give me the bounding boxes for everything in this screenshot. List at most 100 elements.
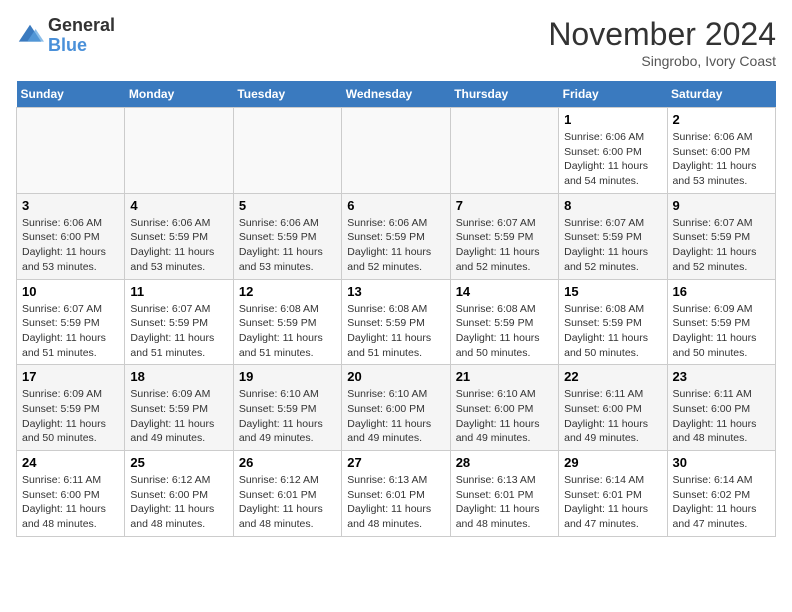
calendar-cell: 4 Sunrise: 6:06 AM Sunset: 5:59 PM Daylig…	[125, 193, 233, 279]
day-number: 28	[456, 455, 553, 470]
calendar-cell: 3 Sunrise: 6:06 AM Sunset: 6:00 PM Daylig…	[17, 193, 125, 279]
day-number: 10	[22, 284, 119, 299]
month-title: November 2024	[548, 16, 776, 53]
weekday-header: Wednesday	[342, 81, 450, 108]
calendar-cell: 9Sunrise: 6:07 AM Sunset: 5:59 PM Daylig…	[667, 193, 775, 279]
calendar-cell: 17 Sunrise: 6:09 AM Sunset: 5:59 PM Dayli…	[17, 365, 125, 451]
week-row: 10 Sunrise: 6:07 AM Sunset: 5:59 PM Dayli…	[17, 279, 776, 365]
calendar-cell: 20 Sunrise: 6:10 AM Sunset: 6:00 PM Dayli…	[342, 365, 450, 451]
weekday-header: Thursday	[450, 81, 558, 108]
day-number: 21	[456, 369, 553, 384]
day-info: Sunrise: 6:09 AM Sunset: 5:59 PM Dayligh…	[673, 302, 770, 361]
calendar-cell: 5Sunrise: 6:06 AM Sunset: 5:59 PM Daylig…	[233, 193, 341, 279]
day-info: Sunrise: 6:07 AM Sunset: 5:59 PM Dayligh…	[456, 216, 553, 275]
day-info: Sunrise: 6:07 AM Sunset: 5:59 PM Dayligh…	[22, 302, 119, 361]
day-number: 23	[673, 369, 770, 384]
day-info: Sunrise: 6:11 AM Sunset: 6:00 PM Dayligh…	[564, 387, 661, 446]
day-number: 4	[130, 198, 227, 213]
day-info: Sunrise: 6:06 AM Sunset: 6:00 PM Dayligh…	[22, 216, 119, 275]
calendar-table: SundayMondayTuesdayWednesdayThursdayFrid…	[16, 81, 776, 537]
day-number: 11	[130, 284, 227, 299]
weekday-header: Tuesday	[233, 81, 341, 108]
location: Singrobo, Ivory Coast	[548, 53, 776, 69]
calendar-cell: 15Sunrise: 6:08 AM Sunset: 5:59 PM Dayli…	[559, 279, 667, 365]
day-info: Sunrise: 6:06 AM Sunset: 5:59 PM Dayligh…	[130, 216, 227, 275]
day-number: 15	[564, 284, 661, 299]
calendar-cell	[450, 108, 558, 194]
calendar-cell: 8 Sunrise: 6:07 AM Sunset: 5:59 PM Daylig…	[559, 193, 667, 279]
calendar-body: 1 Sunrise: 6:06 AM Sunset: 6:00 PM Daylig…	[17, 108, 776, 537]
day-number: 1	[564, 112, 661, 127]
day-info: Sunrise: 6:14 AM Sunset: 6:02 PM Dayligh…	[673, 473, 770, 532]
logo-text: General Blue	[48, 16, 115, 56]
calendar-cell	[17, 108, 125, 194]
day-number: 8	[564, 198, 661, 213]
day-number: 25	[130, 455, 227, 470]
day-number: 18	[130, 369, 227, 384]
day-info: Sunrise: 6:08 AM Sunset: 5:59 PM Dayligh…	[239, 302, 336, 361]
weekday-header: Monday	[125, 81, 233, 108]
calendar-cell: 13 Sunrise: 6:08 AM Sunset: 5:59 PM Dayli…	[342, 279, 450, 365]
calendar-cell: 7 Sunrise: 6:07 AM Sunset: 5:59 PM Daylig…	[450, 193, 558, 279]
day-info: Sunrise: 6:10 AM Sunset: 5:59 PM Dayligh…	[239, 387, 336, 446]
day-info: Sunrise: 6:09 AM Sunset: 5:59 PM Dayligh…	[130, 387, 227, 446]
day-number: 7	[456, 198, 553, 213]
week-row: 24 Sunrise: 6:11 AM Sunset: 6:00 PM Dayli…	[17, 451, 776, 537]
day-number: 3	[22, 198, 119, 213]
calendar-cell: 28 Sunrise: 6:13 AM Sunset: 6:01 PM Dayli…	[450, 451, 558, 537]
day-info: Sunrise: 6:10 AM Sunset: 6:00 PM Dayligh…	[347, 387, 444, 446]
day-number: 27	[347, 455, 444, 470]
day-info: Sunrise: 6:06 AM Sunset: 6:00 PM Dayligh…	[564, 130, 661, 189]
day-info: Sunrise: 6:07 AM Sunset: 5:59 PM Dayligh…	[673, 216, 770, 275]
day-number: 24	[22, 455, 119, 470]
day-info: Sunrise: 6:11 AM Sunset: 6:00 PM Dayligh…	[22, 473, 119, 532]
calendar-cell: 25 Sunrise: 6:12 AM Sunset: 6:00 PM Dayli…	[125, 451, 233, 537]
week-row: 17 Sunrise: 6:09 AM Sunset: 5:59 PM Dayli…	[17, 365, 776, 451]
logo-icon	[16, 22, 44, 50]
day-info: Sunrise: 6:07 AM Sunset: 5:59 PM Dayligh…	[564, 216, 661, 275]
day-info: Sunrise: 6:09 AM Sunset: 5:59 PM Dayligh…	[22, 387, 119, 446]
day-info: Sunrise: 6:12 AM Sunset: 6:00 PM Dayligh…	[130, 473, 227, 532]
weekday-header: Sunday	[17, 81, 125, 108]
day-info: Sunrise: 6:06 AM Sunset: 5:59 PM Dayligh…	[239, 216, 336, 275]
day-number: 29	[564, 455, 661, 470]
day-number: 2	[673, 112, 770, 127]
day-info: Sunrise: 6:11 AM Sunset: 6:00 PM Dayligh…	[673, 387, 770, 446]
day-info: Sunrise: 6:08 AM Sunset: 5:59 PM Dayligh…	[347, 302, 444, 361]
weekday-row: SundayMondayTuesdayWednesdayThursdayFrid…	[17, 81, 776, 108]
calendar-cell: 10 Sunrise: 6:07 AM Sunset: 5:59 PM Dayli…	[17, 279, 125, 365]
day-info: Sunrise: 6:14 AM Sunset: 6:01 PM Dayligh…	[564, 473, 661, 532]
weekday-header: Saturday	[667, 81, 775, 108]
day-info: Sunrise: 6:13 AM Sunset: 6:01 PM Dayligh…	[456, 473, 553, 532]
day-info: Sunrise: 6:13 AM Sunset: 6:01 PM Dayligh…	[347, 473, 444, 532]
calendar-cell: 18 Sunrise: 6:09 AM Sunset: 5:59 PM Dayli…	[125, 365, 233, 451]
calendar-cell: 22 Sunrise: 6:11 AM Sunset: 6:00 PM Dayli…	[559, 365, 667, 451]
day-number: 26	[239, 455, 336, 470]
calendar-cell: 24 Sunrise: 6:11 AM Sunset: 6:00 PM Dayli…	[17, 451, 125, 537]
calendar-cell: 27 Sunrise: 6:13 AM Sunset: 6:01 PM Dayli…	[342, 451, 450, 537]
day-number: 22	[564, 369, 661, 384]
calendar-cell: 30Sunrise: 6:14 AM Sunset: 6:02 PM Dayli…	[667, 451, 775, 537]
calendar-cell: 6Sunrise: 6:06 AM Sunset: 5:59 PM Daylig…	[342, 193, 450, 279]
calendar-header: SundayMondayTuesdayWednesdayThursdayFrid…	[17, 81, 776, 108]
calendar-cell	[125, 108, 233, 194]
week-row: 3 Sunrise: 6:06 AM Sunset: 6:00 PM Daylig…	[17, 193, 776, 279]
day-number: 19	[239, 369, 336, 384]
day-number: 17	[22, 369, 119, 384]
calendar-cell: 1 Sunrise: 6:06 AM Sunset: 6:00 PM Daylig…	[559, 108, 667, 194]
logo: General Blue	[16, 16, 115, 56]
calendar-cell: 12 Sunrise: 6:08 AM Sunset: 5:59 PM Dayli…	[233, 279, 341, 365]
day-number: 16	[673, 284, 770, 299]
day-number: 13	[347, 284, 444, 299]
day-number: 14	[456, 284, 553, 299]
page-header: General Blue November 2024 Singrobo, Ivo…	[16, 16, 776, 69]
day-number: 6	[347, 198, 444, 213]
day-info: Sunrise: 6:08 AM Sunset: 5:59 PM Dayligh…	[456, 302, 553, 361]
calendar-cell	[233, 108, 341, 194]
day-number: 12	[239, 284, 336, 299]
weekday-header: Friday	[559, 81, 667, 108]
day-number: 20	[347, 369, 444, 384]
calendar-cell: 11Sunrise: 6:07 AM Sunset: 5:59 PM Dayli…	[125, 279, 233, 365]
day-info: Sunrise: 6:06 AM Sunset: 6:00 PM Dayligh…	[673, 130, 770, 189]
calendar-cell: 29 Sunrise: 6:14 AM Sunset: 6:01 PM Dayli…	[559, 451, 667, 537]
